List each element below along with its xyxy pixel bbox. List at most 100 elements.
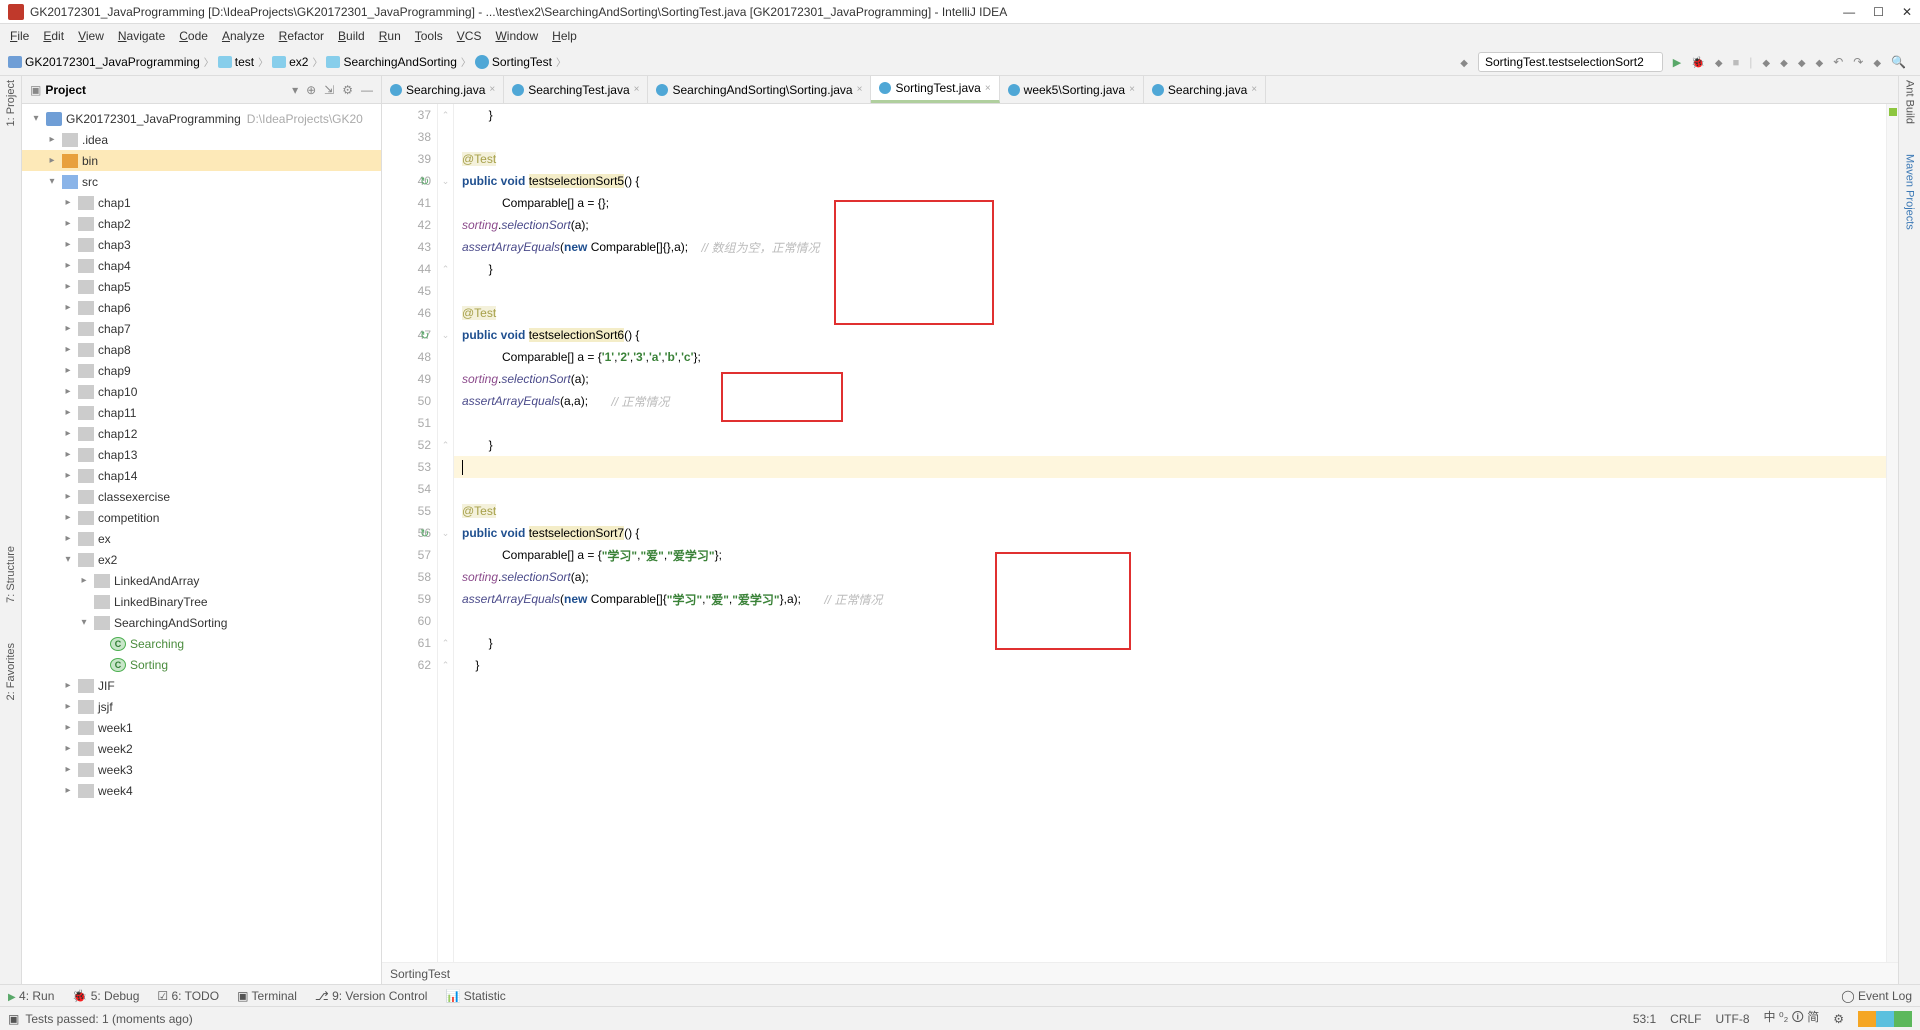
search-icon[interactable]: 🔍 (1891, 55, 1906, 69)
tree-row[interactable]: ▸week3 (22, 759, 381, 780)
project-tree[interactable]: ▾GK20172301_JavaProgrammingD:\IdeaProjec… (22, 104, 381, 984)
code-line[interactable]: } (454, 434, 1898, 456)
line-separator[interactable]: CRLF (1670, 1012, 1701, 1026)
tree-row[interactable]: ▸chap1 (22, 192, 381, 213)
code-line[interactable]: sorting.selectionSort(a); (454, 368, 1898, 390)
editor-tab[interactable]: Searching.java× (1144, 76, 1266, 103)
tree-row[interactable]: CSorting (22, 654, 381, 675)
menu-code[interactable]: Code (179, 29, 208, 43)
close-tab-icon[interactable]: × (857, 84, 863, 95)
close-button[interactable]: ✕ (1902, 5, 1912, 19)
run-button[interactable] (1673, 55, 1681, 69)
maximize-button[interactable]: ☐ (1873, 5, 1884, 19)
redo-icon[interactable]: ↷ (1853, 55, 1863, 69)
tree-row[interactable]: ▸chap5 (22, 276, 381, 297)
code-line[interactable]: @Test (454, 500, 1898, 522)
code-line[interactable]: } (454, 654, 1898, 676)
menu-tools[interactable]: Tools (415, 29, 443, 43)
stop-button[interactable] (1733, 55, 1740, 69)
settings-icon[interactable] (1873, 55, 1881, 69)
code-line[interactable] (454, 456, 1898, 478)
menu-refactor[interactable]: Refactor (279, 29, 324, 43)
menu-navigate[interactable]: Navigate (118, 29, 165, 43)
code-line[interactable]: public void testselectionSort7() { (454, 522, 1898, 544)
terminal-tab[interactable]: ▣ Terminal (237, 989, 297, 1003)
statistic-tab[interactable]: 📊 Statistic (445, 989, 505, 1003)
vcs-tab[interactable]: ⎇ 9: Version Control (315, 989, 428, 1003)
tree-row[interactable]: ▸week2 (22, 738, 381, 759)
settings-gear-icon[interactable]: ⚙ (342, 83, 353, 97)
tree-row[interactable]: ▸chap3 (22, 234, 381, 255)
breadcrumb-item[interactable]: ex2 (272, 55, 308, 69)
project-tool-button[interactable]: 1: Project (5, 80, 17, 126)
encoding[interactable]: UTF-8 (1716, 1012, 1750, 1026)
todo-tab[interactable]: ☑ 6: TODO (157, 989, 219, 1003)
menu-view[interactable]: View (78, 29, 104, 43)
code-line[interactable]: Comparable[] a = {'1','2','3','a','b','c… (454, 346, 1898, 368)
code-area[interactable]: } @Test public void testselectionSort5()… (454, 104, 1898, 962)
code-line[interactable]: } (454, 632, 1898, 654)
tree-row[interactable]: ▾ex2 (22, 549, 381, 570)
favorites-tool-button[interactable]: 2: Favorites (5, 643, 17, 700)
close-tab-icon[interactable]: × (1129, 84, 1135, 95)
tree-row[interactable]: ▸bin (22, 150, 381, 171)
tree-row[interactable]: ▸chap10 (22, 381, 381, 402)
tree-row[interactable]: ▸week1 (22, 717, 381, 738)
tree-row[interactable]: ▸chap14 (22, 465, 381, 486)
tree-row[interactable]: ▸chap4 (22, 255, 381, 276)
tree-row[interactable]: ▸competition (22, 507, 381, 528)
code-line[interactable] (454, 280, 1898, 302)
tree-row[interactable]: ▸chap2 (22, 213, 381, 234)
tree-row[interactable]: CSearching (22, 633, 381, 654)
editor-tab[interactable]: SearchingTest.java× (504, 76, 648, 103)
menu-edit[interactable]: Edit (43, 29, 64, 43)
editor-tab[interactable]: Searching.java× (382, 76, 504, 103)
code-line[interactable]: assertArrayEquals(new Comparable[]{},a);… (454, 236, 1898, 258)
vcs-icon[interactable] (1762, 55, 1770, 69)
code-line[interactable]: @Test (454, 148, 1898, 170)
code-line[interactable]: Comparable[] a = {"学习","爱","爱学习"}; (454, 544, 1898, 566)
tree-row[interactable]: ▸chap13 (22, 444, 381, 465)
debug-tab[interactable]: 🐞 5: Debug (72, 989, 139, 1003)
code-line[interactable] (454, 478, 1898, 500)
tree-row[interactable]: ▸ex (22, 528, 381, 549)
ime-indicator[interactable]: 中 ⁰₂ 🛈 简 (1764, 1008, 1820, 1029)
revert-icon[interactable] (1816, 55, 1824, 69)
breadcrumb-item[interactable]: SearchingAndSorting (326, 55, 456, 69)
breadcrumb-item[interactable]: test (218, 55, 254, 69)
tree-row[interactable]: ▸jsjf (22, 696, 381, 717)
code-line[interactable]: } (454, 258, 1898, 280)
maven-button[interactable]: Maven Projects (1904, 154, 1916, 230)
project-view-icon[interactable]: ▣ (30, 83, 41, 97)
menu-analyze[interactable]: Analyze (222, 29, 265, 43)
close-tab-icon[interactable]: × (985, 83, 991, 94)
close-tab-icon[interactable]: × (1251, 84, 1257, 95)
menu-help[interactable]: Help (552, 29, 577, 43)
undo-icon[interactable]: ↶ (1833, 55, 1843, 69)
tree-row[interactable]: ▾SearchingAndSorting (22, 612, 381, 633)
tree-row[interactable]: ▸chap9 (22, 360, 381, 381)
code-line[interactable]: public void testselectionSort6() { (454, 324, 1898, 346)
tree-row[interactable]: ▸chap11 (22, 402, 381, 423)
view-mode-dropdown[interactable]: ▾ (292, 83, 298, 97)
event-log-button[interactable]: ◯ Event Log (1841, 989, 1912, 1003)
code-line[interactable]: Comparable[] a = {}; (454, 192, 1898, 214)
editor-tab[interactable]: SortingTest.java× (871, 76, 999, 103)
code-line[interactable] (454, 126, 1898, 148)
tree-row[interactable]: ▾GK20172301_JavaProgrammingD:\IdeaProjec… (22, 108, 381, 129)
tree-row[interactable]: ▸chap12 (22, 423, 381, 444)
debug-button[interactable] (1691, 55, 1705, 69)
breadcrumb-item[interactable]: GK20172301_JavaProgramming (8, 55, 200, 69)
code-line[interactable] (454, 412, 1898, 434)
memory-indicator[interactable] (1858, 1011, 1912, 1027)
tree-row[interactable]: ▸chap6 (22, 297, 381, 318)
structure-tool-button[interactable]: 7: Structure (5, 546, 17, 603)
tree-row[interactable]: ▸LinkedAndArray (22, 570, 381, 591)
run-tab[interactable]: 4: Run (8, 989, 54, 1003)
history-icon[interactable] (1798, 55, 1806, 69)
menu-vcs[interactable]: VCS (457, 29, 482, 43)
tree-row[interactable]: ▾src (22, 171, 381, 192)
tree-row[interactable]: ▸week4 (22, 780, 381, 801)
editor-breadcrumb[interactable]: SortingTest (382, 962, 1898, 984)
code-line[interactable]: } (454, 104, 1898, 126)
